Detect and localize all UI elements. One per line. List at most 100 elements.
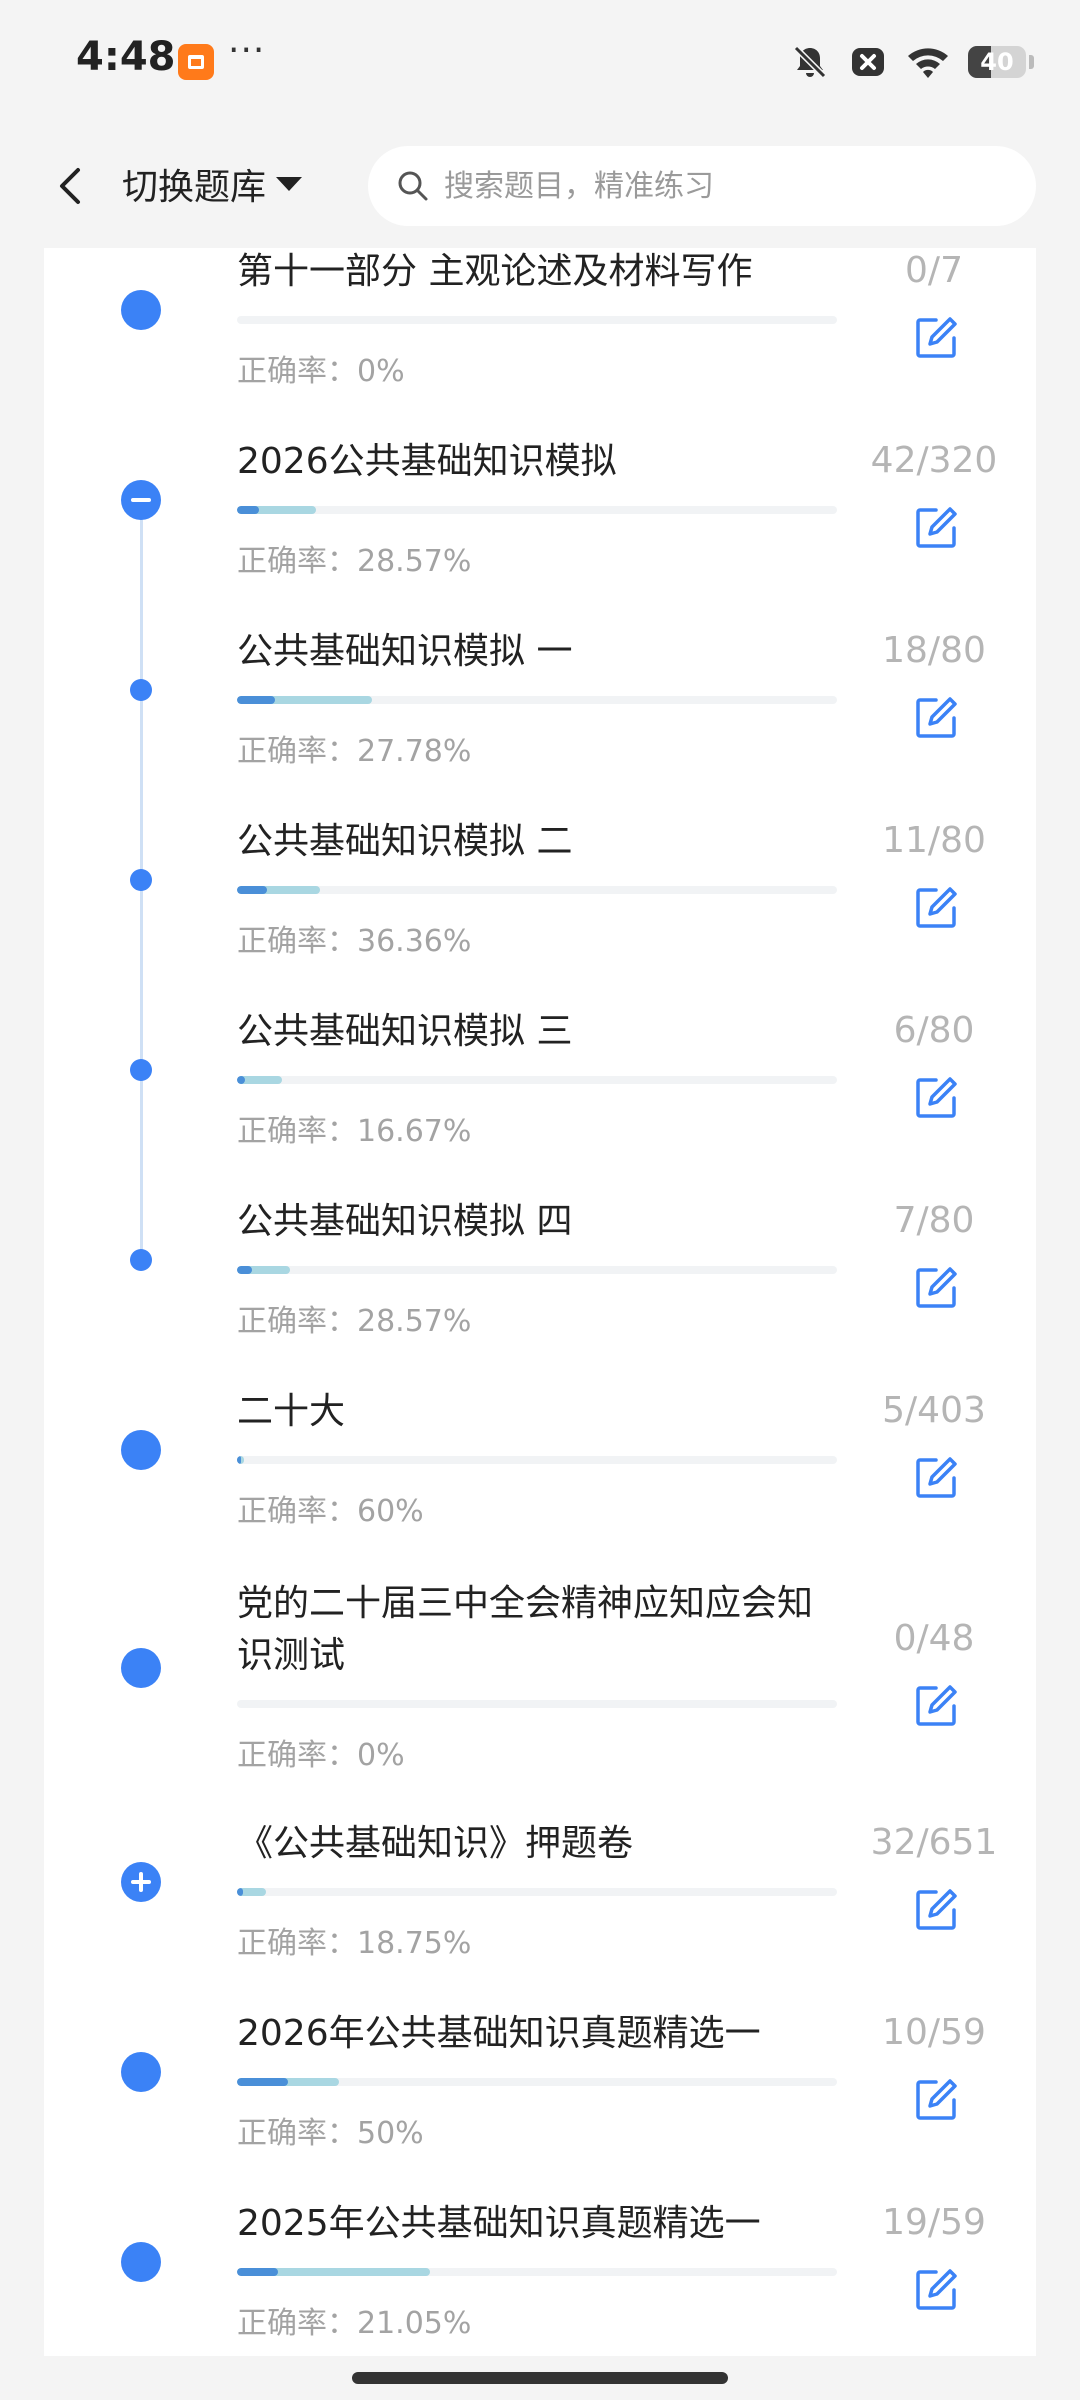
bell-muted-icon — [793, 45, 827, 79]
progress-bar — [237, 2268, 837, 2276]
list-item[interactable]: 2026年公共基础知识真题精选一 正确率：50% 10/59 — [44, 2008, 1036, 2188]
edit-icon — [916, 1267, 957, 1308]
search-box[interactable] — [368, 146, 1036, 226]
list-item[interactable]: 《公共基础知识》押题卷 正确率：18.75% 32/651 — [44, 1818, 1036, 1998]
accuracy-value: 21.05% — [357, 2306, 472, 2341]
practice-button[interactable] — [912, 694, 960, 742]
question-bank-list: 第十一部分 主观论述及材料写作 正确率：0% 0/7 2026公共基础知识模拟 正确率：… — [44, 248, 1036, 2356]
accuracy-rate: 正确率：0% — [237, 346, 405, 390]
question-count: 0/7 — [905, 250, 963, 291]
more-notifications-icon: ··· — [228, 30, 266, 71]
list-item[interactable]: 2025年公共基础知识真题精选一 正确率：21.05% 19/59 — [44, 2198, 1036, 2356]
progress-bar — [237, 506, 837, 514]
practice-button[interactable] — [912, 2076, 960, 2124]
list-item[interactable]: 公共基础知识模拟 三正确率：16.67% 6/80 — [44, 1006, 1036, 1186]
accuracy-label: 正确率： — [237, 1304, 357, 1339]
progress-bar — [237, 1266, 837, 1274]
timeline-dot — [130, 679, 152, 701]
accuracy-label: 正确率： — [237, 734, 357, 769]
battery-icon: 40 — [968, 46, 1026, 78]
accuracy-rate: 正确率：18.75% — [237, 1918, 471, 1962]
edit-icon — [916, 1889, 957, 1930]
accuracy-rate: 正确率：50% — [237, 2108, 424, 2152]
accuracy-label: 正确率： — [237, 1114, 357, 1149]
item-title: 第十一部分 主观论述及材料写作 — [237, 251, 753, 292]
timeline-dot — [130, 1249, 152, 1271]
practice-button[interactable] — [912, 1074, 960, 1122]
question-count: 0/48 — [893, 1618, 975, 1659]
item-title: 2026年公共基础知识真题精选一 — [237, 2013, 761, 2054]
progress-bar — [237, 1076, 837, 1084]
progress-bar — [237, 1888, 837, 1896]
edit-icon — [916, 1685, 957, 1726]
edit-icon — [916, 1077, 957, 1118]
accuracy-label: 正确率： — [237, 544, 357, 579]
caret-down-icon — [276, 177, 303, 191]
progress-correct — [237, 2078, 288, 2086]
item-title: 2025年公共基础知识真题精选一 — [237, 2203, 761, 2244]
switch-question-bank-label: 切换题库 — [122, 167, 267, 208]
question-count: 42/320 — [870, 440, 998, 481]
accuracy-label: 正确率： — [237, 2116, 357, 2151]
progress-correct — [237, 506, 260, 514]
accuracy-rate: 正确率：27.78% — [237, 726, 471, 770]
top-bar: 切换题库 — [0, 124, 1080, 248]
timeline-dot — [130, 1059, 152, 1081]
accuracy-value: 0% — [357, 354, 405, 389]
search-icon — [398, 171, 428, 201]
practice-button[interactable] — [912, 1264, 960, 1312]
item-title: 2026公共基础知识模拟 — [237, 441, 617, 482]
list-item[interactable]: 第十一部分 主观论述及材料写作 正确率：0% 0/7 — [44, 248, 1036, 426]
practice-button[interactable] — [912, 314, 960, 362]
item-title: 公共基础知识模拟 三 — [237, 1011, 573, 1052]
timeline-dot — [121, 290, 161, 330]
accuracy-rate: 正确率：28.57% — [237, 1296, 471, 1340]
progress-bar — [237, 2078, 837, 2086]
accuracy-label: 正确率： — [237, 1494, 357, 1529]
list-item[interactable]: 公共基础知识模拟 四正确率：28.57% 7/80 — [44, 1196, 1036, 1376]
practice-button[interactable] — [912, 2266, 960, 2314]
accuracy-label: 正确率： — [237, 924, 357, 959]
accuracy-rate: 正确率：28.57% — [237, 536, 471, 580]
status-bar: 4:48 ··· 40 — [0, 0, 1080, 124]
question-count: 11/80 — [882, 820, 986, 861]
item-title: 二十大 — [237, 1391, 346, 1432]
progress-bar — [237, 1456, 837, 1464]
list-item[interactable]: 二十大正确率：60% 5/403 — [44, 1386, 1036, 1566]
back-button[interactable] — [40, 154, 104, 218]
timeline-dot — [121, 2242, 161, 2282]
list-item[interactable]: 公共基础知识模拟 一正确率：27.78% 18/80 — [44, 626, 1036, 806]
home-indicator[interactable] — [352, 2372, 728, 2384]
progress-correct — [237, 2268, 278, 2276]
practice-button[interactable] — [912, 1886, 960, 1934]
edit-icon — [916, 2079, 957, 2120]
expand-icon[interactable] — [121, 1862, 161, 1902]
practice-button[interactable] — [912, 504, 960, 552]
timeline-dot — [121, 2052, 161, 2092]
accuracy-value: 27.78% — [357, 734, 472, 769]
practice-button[interactable] — [912, 1454, 960, 1502]
progress-correct — [237, 1456, 242, 1464]
list-item[interactable]: 公共基础知识模拟 二正确率：36.36% 11/80 — [44, 816, 1036, 996]
switch-question-bank-button[interactable]: 切换题库 — [122, 158, 303, 210]
edit-icon — [916, 317, 957, 358]
list-item[interactable]: 2026公共基础知识模拟 正确率：28.57% 42/320 — [44, 436, 1036, 616]
question-count: 5/403 — [882, 1390, 986, 1431]
practice-button[interactable] — [912, 884, 960, 932]
practice-button[interactable] — [912, 1682, 960, 1730]
accuracy-rate: 正确率：0% — [237, 1730, 405, 1774]
accuracy-value: 28.57% — [357, 544, 472, 579]
accuracy-label: 正确率： — [237, 1926, 357, 1961]
edit-icon — [916, 697, 957, 738]
accuracy-value: 60% — [357, 1494, 424, 1529]
list-item[interactable]: 党的二十届三中全会精神应知应会知识测试 正确率：0% 0/48 — [44, 1578, 1036, 1810]
progress-bar — [237, 1700, 837, 1708]
search-input[interactable] — [442, 167, 1006, 205]
progress-bar — [237, 316, 837, 324]
accuracy-label: 正确率： — [237, 1738, 357, 1773]
accuracy-value: 36.36% — [357, 924, 472, 959]
progress-bar — [237, 696, 837, 704]
accuracy-value: 28.57% — [357, 1304, 472, 1339]
progress-correct — [237, 1076, 245, 1084]
collapse-icon[interactable] — [121, 480, 161, 520]
